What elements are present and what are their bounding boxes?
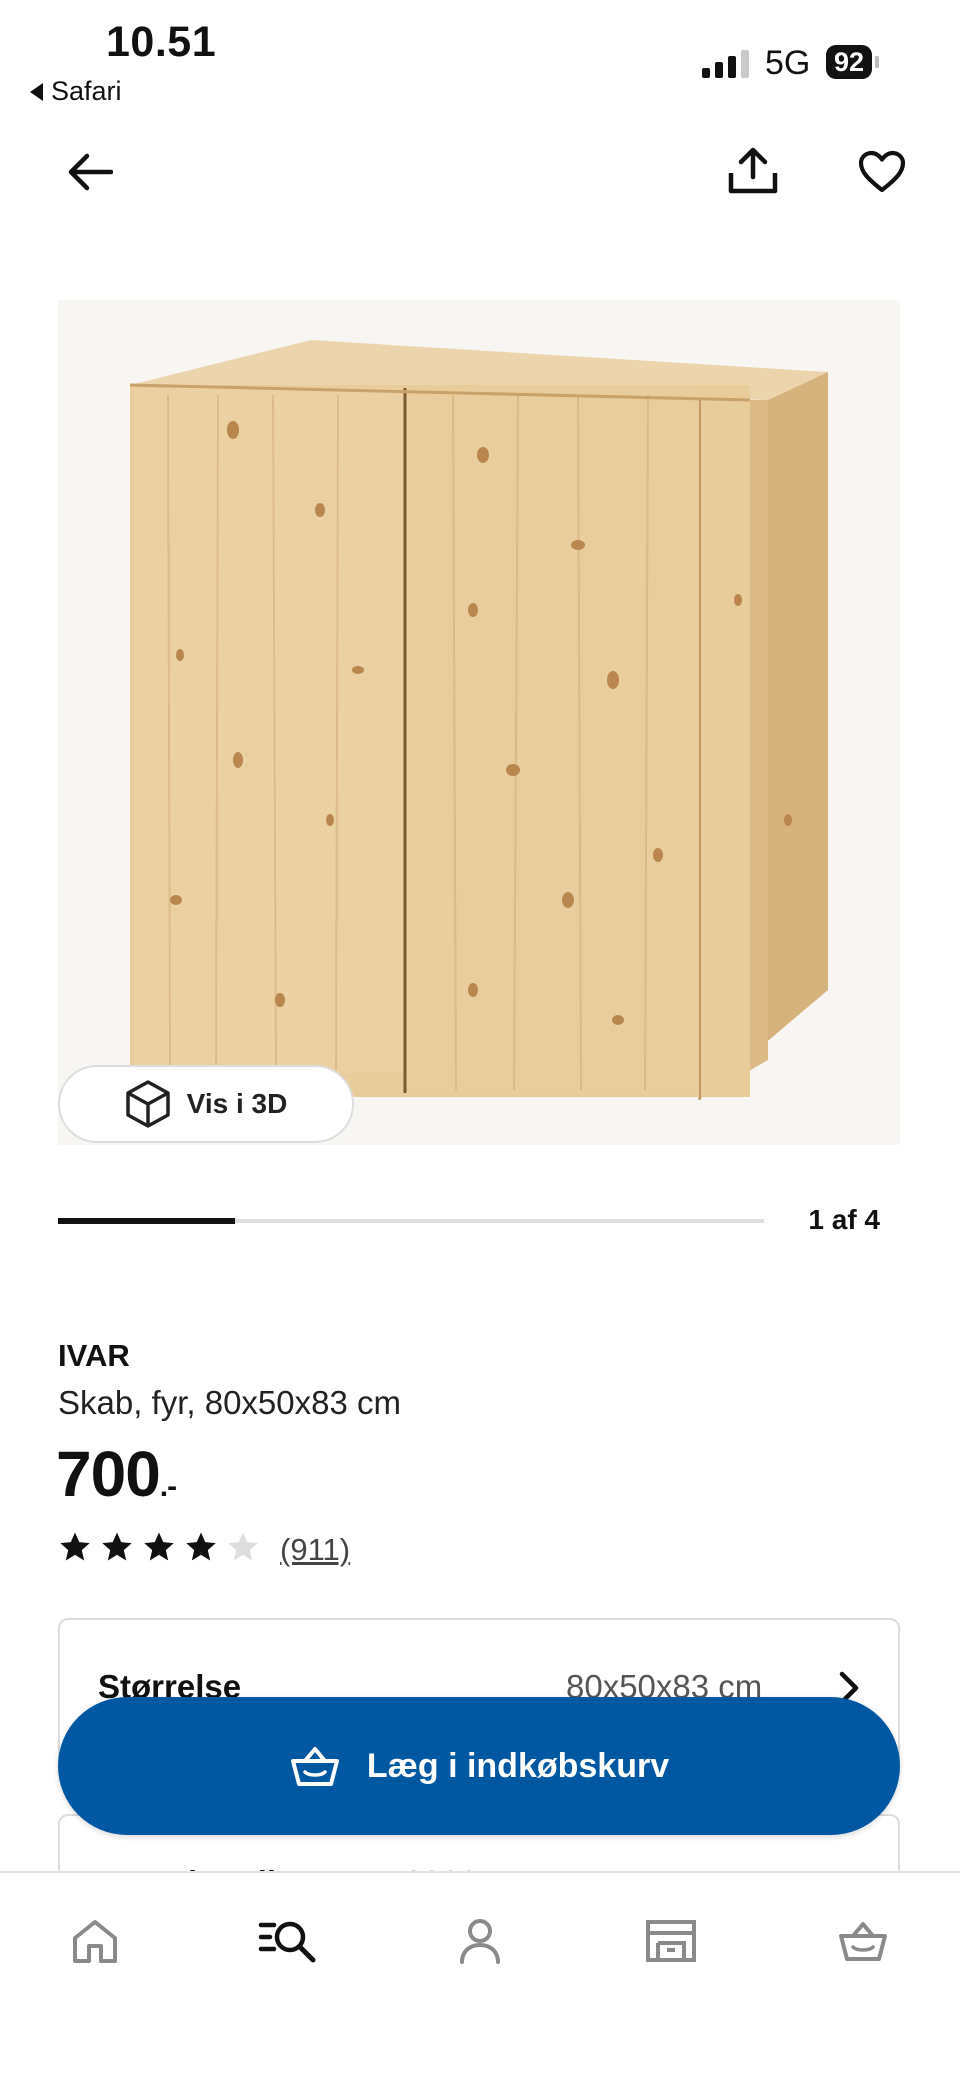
search-icon: [258, 1921, 316, 1963]
gallery-progress-fill: [58, 1218, 235, 1224]
gallery-position: 1 af 4: [808, 1204, 880, 1235]
star-filled-icon: [60, 1532, 90, 1561]
cabinet-illustration: [129, 340, 828, 1100]
tab-search[interactable]: [248, 1901, 328, 1981]
back-app-label: Safari: [51, 76, 122, 106]
home-icon: [73, 1920, 117, 1963]
heart-icon: [858, 150, 906, 193]
bottom-tab-bar: [0, 1871, 960, 2080]
back-triangle-icon: [30, 82, 43, 101]
tab-stores[interactable]: [631, 1901, 711, 1981]
network-label: 5G: [765, 44, 811, 82]
price-value: 700: [56, 1438, 161, 1510]
cube-3d-icon: [125, 1080, 170, 1128]
store-icon: [646, 1920, 696, 1962]
add-to-cart-button[interactable]: Læg i indkøbskurv: [58, 1697, 900, 1835]
cart-icon: [839, 1922, 887, 1961]
tab-home[interactable]: [55, 1901, 135, 1981]
product-image[interactable]: [58, 300, 900, 1145]
arrow-left-icon: [68, 153, 113, 191]
battery-level: 92: [826, 45, 873, 79]
status-time: 10.51: [106, 18, 217, 66]
gallery-progress: [58, 1218, 764, 1224]
tab-profile[interactable]: [440, 1901, 520, 1981]
battery-icon: 92: [826, 45, 880, 79]
add-to-cart-label: Læg i indkøbskurv: [366, 1746, 670, 1785]
rating-stars[interactable]: [58, 1530, 260, 1564]
star-empty-icon: [228, 1532, 258, 1561]
favorite-button[interactable]: [850, 140, 914, 204]
tab-cart[interactable]: [823, 1901, 903, 1981]
product-description: Skab, fyr, 80x50x83 cm: [58, 1384, 402, 1421]
back-to-safari[interactable]: Safari: [30, 76, 122, 107]
price-suffix: .-: [159, 1470, 177, 1503]
basket-icon: [290, 1747, 339, 1786]
profile-icon: [460, 1919, 500, 1964]
star-filled-icon: [102, 1532, 132, 1561]
share-icon: [728, 147, 778, 194]
star-filled-icon: [144, 1532, 174, 1561]
product-price: 700.-: [56, 1436, 177, 1525]
product-name: IVAR: [58, 1338, 130, 1373]
review-count-link[interactable]: (911): [280, 1532, 350, 1568]
view-in-3d-label: Vis i 3D: [186, 1088, 288, 1119]
back-button[interactable]: [58, 140, 122, 204]
share-button[interactable]: [720, 138, 786, 204]
view-in-3d-button[interactable]: Vis i 3D: [58, 1065, 354, 1143]
signal-icon: [702, 48, 749, 78]
star-filled-icon: [186, 1532, 216, 1561]
